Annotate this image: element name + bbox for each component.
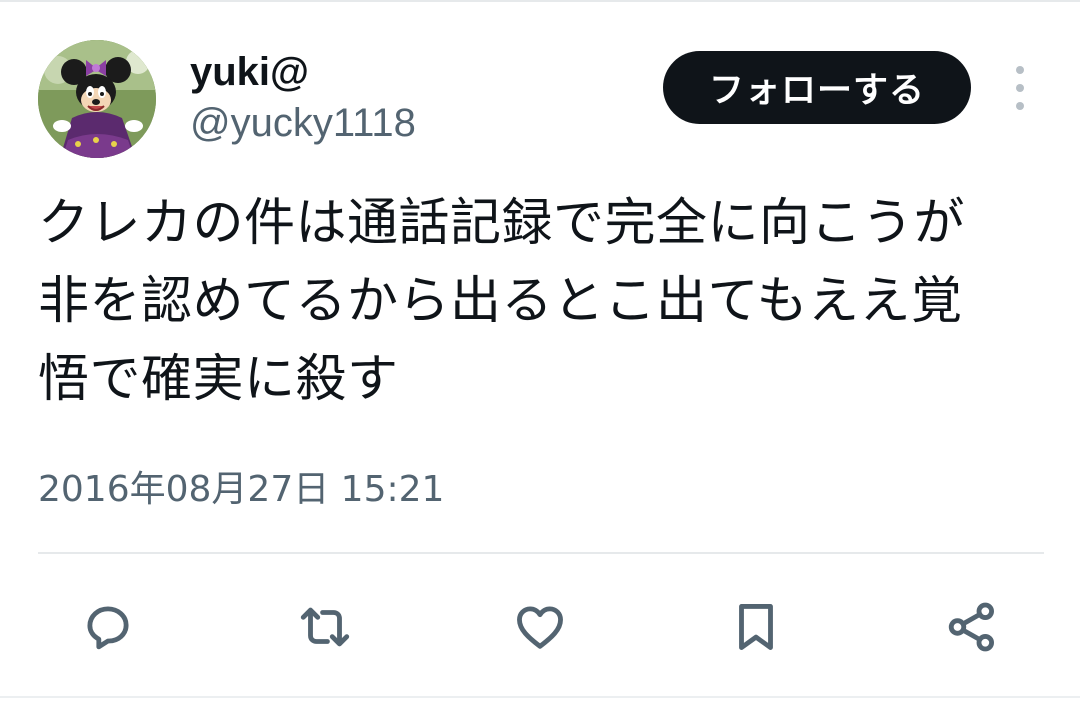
tweet-text-line: 悟で確実に殺す (38, 350, 399, 409)
follow-button[interactable]: フォローする (663, 51, 971, 124)
top-border (0, 0, 1080, 2)
avatar[interactable] (38, 40, 156, 158)
user-handle[interactable]: @yucky1118 (190, 97, 416, 149)
share-icon (948, 602, 994, 652)
tweet-card: yuki@ @yucky1118 フォローする クレカの件は通話記録で完全に向こ… (0, 0, 1080, 709)
share-button[interactable] (940, 595, 1004, 659)
like-button[interactable] (508, 595, 572, 659)
retweet-icon (300, 607, 350, 647)
tweet-timestamp[interactable]: 2016年08月27日 15:21 (38, 466, 444, 514)
reply-button[interactable] (76, 595, 140, 659)
retweet-button[interactable] (293, 595, 357, 659)
reply-icon (87, 606, 129, 650)
avatar-minnie-mouse (38, 40, 156, 158)
bookmark-icon (739, 604, 773, 650)
tweet-text-line: 非を認めてるから出るとこ出てもええ覚 (38, 272, 963, 331)
more-vertical-icon[interactable] (1006, 66, 1034, 110)
action-bar (0, 595, 1080, 659)
tweet-text-line: クレカの件は通話記録で完全に向こうが (38, 194, 966, 253)
display-name[interactable]: yuki@ (190, 46, 309, 98)
divider (38, 552, 1044, 554)
heart-icon (517, 606, 563, 649)
bookmark-button[interactable] (724, 595, 788, 659)
bottom-border (0, 696, 1080, 698)
tweet-text: クレカの件は通話記録で完全に向こうが 非を認めてるから出るとこ出てもええ覚 悟で… (38, 185, 1048, 419)
